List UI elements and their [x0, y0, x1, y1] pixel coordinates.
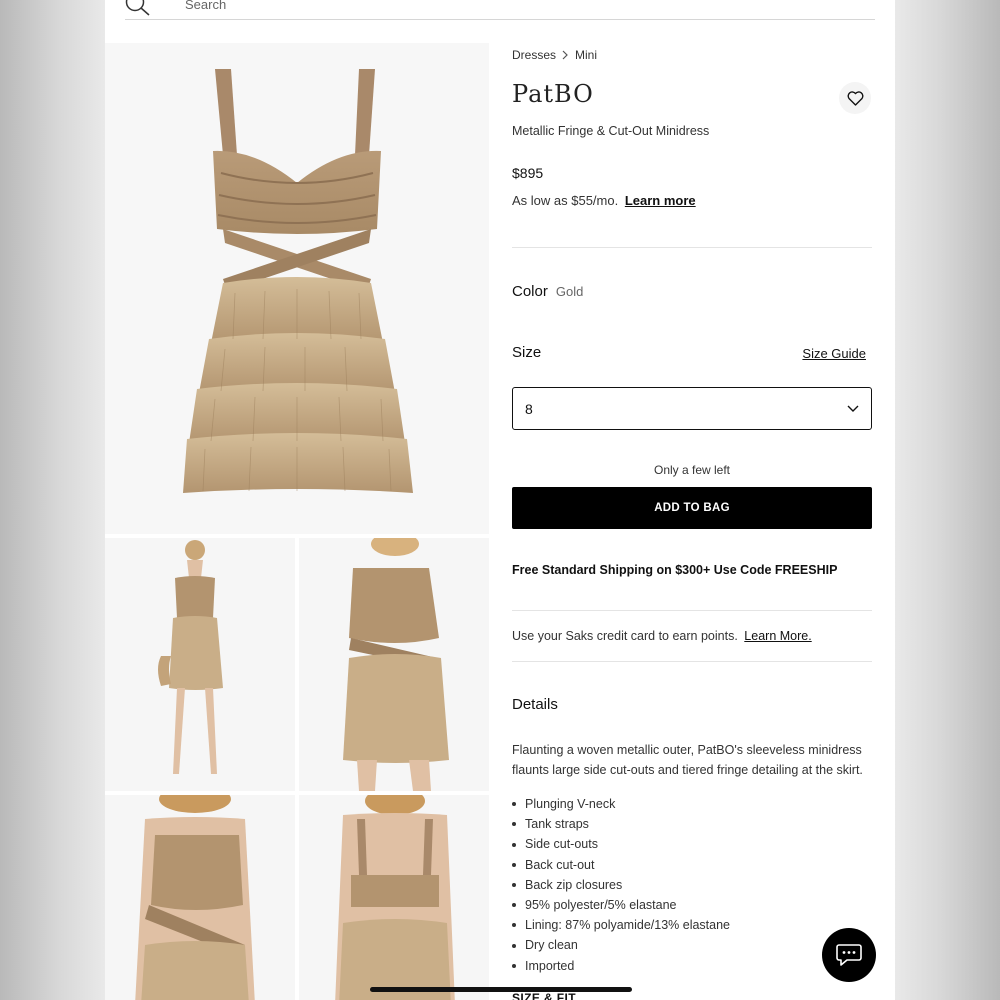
bullet-text: Lining: 87% polyamide/13% elastane: [525, 918, 730, 933]
list-item: Side cut-outs: [512, 834, 730, 854]
breadcrumb-mini[interactable]: Mini: [575, 48, 597, 62]
bullet-icon: [512, 923, 516, 928]
bullet-text: Back cut-out: [525, 857, 595, 872]
size-fit-heading[interactable]: SIZE & FIT: [512, 991, 576, 1000]
divider: [512, 661, 872, 662]
chevron-right-icon: [562, 50, 568, 60]
credit-card-promo: Use your Saks credit card to earn points…: [512, 629, 812, 643]
product-thumbnail-4[interactable]: [299, 795, 489, 1000]
bullet-icon: [512, 882, 516, 887]
dress-front-image: [183, 69, 413, 493]
details-description: Flaunting a woven metallic outer, PatBO'…: [512, 743, 863, 777]
bullet-text: 95% polyester/5% elastane: [525, 898, 677, 913]
bullet-icon: [512, 862, 516, 867]
chat-icon: [836, 944, 862, 966]
stock-message: Only a few left: [653, 463, 731, 477]
model-three-quarter-image: [343, 538, 449, 791]
model-full-length-image: [158, 540, 223, 774]
shipping-promo: Free Standard Shipping on $300+ Use Code…: [512, 563, 838, 577]
bullet-text: Side cut-outs: [525, 837, 598, 852]
favorite-button[interactable]: [839, 82, 871, 114]
list-item: Tank straps: [512, 814, 730, 834]
color-row: Color Gold: [512, 283, 583, 300]
chat-button[interactable]: [822, 928, 876, 982]
chevron-down-icon: [847, 405, 859, 412]
breadcrumb: Dresses Mini: [512, 48, 597, 62]
bullet-text: Dry clean: [525, 938, 578, 953]
size-label: Size: [512, 344, 542, 361]
bullet-text: Imported: [525, 958, 575, 973]
size-guide-link[interactable]: Size Guide: [802, 346, 866, 361]
product-price: $895: [512, 165, 544, 181]
installment-info: As low as $55/mo. Learn more: [512, 193, 696, 208]
learn-more-link[interactable]: Learn more: [625, 193, 696, 208]
product-thumbnail-3[interactable]: [105, 795, 295, 1000]
product-thumbnail-1[interactable]: [105, 538, 295, 791]
list-item: Back zip closures: [512, 875, 730, 895]
product-name: Metallic Fringe & Cut-Out Minidress: [512, 124, 710, 138]
bullet-icon: [512, 963, 516, 968]
details-bullet-list: Plunging V-neck Tank straps Side cut-out…: [512, 794, 730, 976]
bullet-icon: [512, 943, 516, 948]
model-side-detail-image: [135, 795, 255, 1000]
color-value: Gold: [555, 284, 584, 299]
breadcrumb-dresses[interactable]: Dresses: [512, 48, 556, 62]
bullet-icon: [512, 903, 516, 908]
divider: [512, 610, 872, 611]
color-label: Color: [512, 283, 548, 300]
add-to-bag-button[interactable]: ADD TO BAG: [512, 487, 872, 529]
list-item: Plunging V-neck: [512, 794, 730, 814]
list-item: 95% polyester/5% elastane: [512, 895, 730, 915]
credit-learn-more-link[interactable]: Learn More.: [744, 629, 811, 643]
list-item: Imported: [512, 956, 730, 976]
brand-name[interactable]: PatBO: [512, 80, 594, 108]
heart-icon: [847, 90, 863, 106]
details-heading[interactable]: Details: [512, 696, 558, 713]
product-info-panel: Dresses Mini PatBO Metallic Fringe & Cut…: [512, 0, 872, 1000]
size-selected-value: 8: [525, 400, 533, 417]
bullet-icon: [512, 802, 516, 807]
bullet-text: Tank straps: [525, 817, 589, 832]
list-item: Lining: 87% polyamide/13% elastane: [512, 915, 730, 935]
search-icon[interactable]: [125, 0, 151, 18]
credit-text: Use your Saks credit card to earn points…: [512, 629, 738, 643]
search-input[interactable]: Search: [185, 0, 226, 12]
divider: [512, 247, 872, 248]
product-main-image[interactable]: [105, 43, 489, 534]
installment-text: As low as $55/mo.: [512, 193, 619, 208]
list-item: Back cut-out: [512, 855, 730, 875]
home-indicator[interactable]: [370, 987, 632, 992]
bullet-text: Back zip closures: [525, 877, 623, 892]
product-thumbnail-2[interactable]: [299, 538, 489, 791]
product-page: Search Dresses Mini PatBO Metallic Fring…: [105, 0, 895, 1000]
bullet-text: Plunging V-neck: [525, 797, 616, 811]
bullet-icon: [512, 842, 516, 847]
bullet-icon: [512, 822, 516, 827]
size-select[interactable]: 8: [512, 387, 872, 430]
list-item: Dry clean: [512, 935, 730, 955]
model-back-view-image: [335, 795, 455, 1000]
